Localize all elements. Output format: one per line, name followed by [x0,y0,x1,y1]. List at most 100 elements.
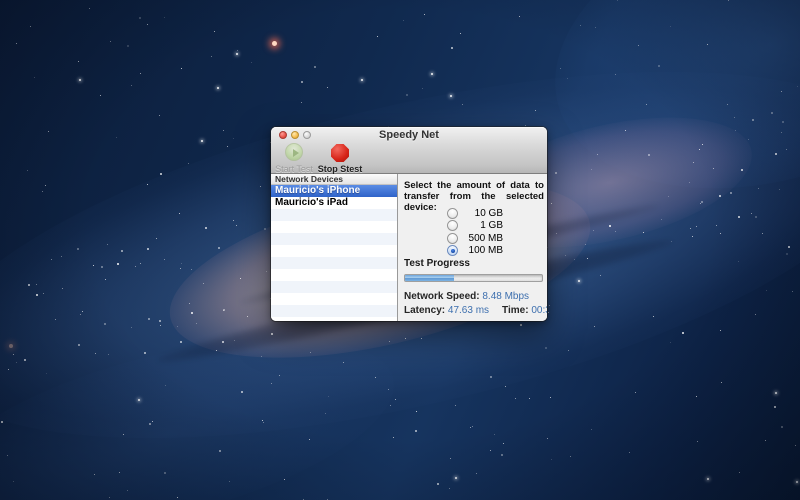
star [734,117,735,118]
star [109,497,110,498]
star [716,225,717,226]
galaxy-haze [521,0,800,235]
star [361,79,363,81]
empty-list-row [271,245,397,257]
device-row[interactable]: Mauricio's iPad [271,197,397,209]
star [264,228,266,230]
star [779,189,780,190]
star [738,216,740,218]
star [43,293,44,294]
star [535,110,536,111]
radio-option-10-gb[interactable]: 10 GB [399,207,547,220]
radio-button[interactable] [447,208,458,219]
star [707,44,708,45]
star [390,405,391,406]
star [758,188,759,189]
star [615,74,616,75]
star [165,385,166,386]
star [177,326,178,327]
star [735,130,736,131]
star [549,305,550,306]
star [721,382,722,383]
star [545,347,547,349]
star [578,280,580,282]
radio-option-100-mb[interactable]: 100 MB [399,245,547,258]
star [80,314,81,315]
star [455,405,456,406]
star [781,132,782,133]
star [555,172,557,174]
star [591,429,592,430]
radio-button[interactable] [447,233,458,244]
star [730,192,732,194]
star [617,0,618,1]
star [565,255,566,256]
star [156,238,157,239]
star [233,220,234,221]
star [600,275,601,276]
empty-list-row [271,293,397,305]
star [119,472,120,473]
star [692,236,693,237]
star [272,41,277,46]
star [121,250,123,252]
star [587,258,588,259]
star [314,66,316,68]
star [670,26,671,27]
star [261,356,262,357]
empty-list-row [271,209,397,221]
star [328,396,329,397]
radio-button[interactable] [447,220,458,231]
star [7,455,8,456]
star [201,140,203,142]
star [46,373,47,374]
star [699,149,700,150]
star [462,104,463,105]
star [375,377,376,378]
star [131,85,132,86]
star [460,33,461,34]
star [682,332,684,334]
star [51,259,52,260]
star [585,244,586,245]
star [303,499,304,500]
star [739,472,740,473]
latency-label: Latency: [404,305,445,316]
star [343,362,344,363]
star [164,259,165,260]
star [505,386,506,387]
star [395,399,396,400]
star [472,426,473,427]
star [13,354,14,355]
star [82,311,83,312]
star [635,392,636,393]
star [519,16,520,17]
star [222,341,224,343]
star [529,398,530,399]
star [140,73,141,74]
star [797,86,798,87]
star [77,248,79,250]
device-row[interactable]: Mauricio's iPhone [271,185,397,197]
star [240,278,241,279]
radio-label: 500 MB [461,233,503,244]
stop-test-button[interactable]: Stop Stest [317,142,363,174]
start-test-button[interactable]: Start Test [271,142,317,174]
star [762,233,763,234]
star [424,14,425,15]
empty-list-row [271,269,397,281]
star [284,479,285,480]
window-titlebar[interactable]: Speedy Net [271,127,547,142]
star [93,265,94,266]
star [719,195,721,197]
radio-option-500-mb[interactable]: 500 MB [399,232,547,245]
star [406,94,408,96]
radio-option-1-gb[interactable]: 1 GB [399,220,547,233]
star [437,483,439,485]
star [309,439,310,440]
detail-pane: Select the amount of data to transfer fr… [399,174,547,321]
star [138,399,140,401]
star [707,478,709,480]
radio-button[interactable] [447,245,458,256]
star [144,352,146,354]
